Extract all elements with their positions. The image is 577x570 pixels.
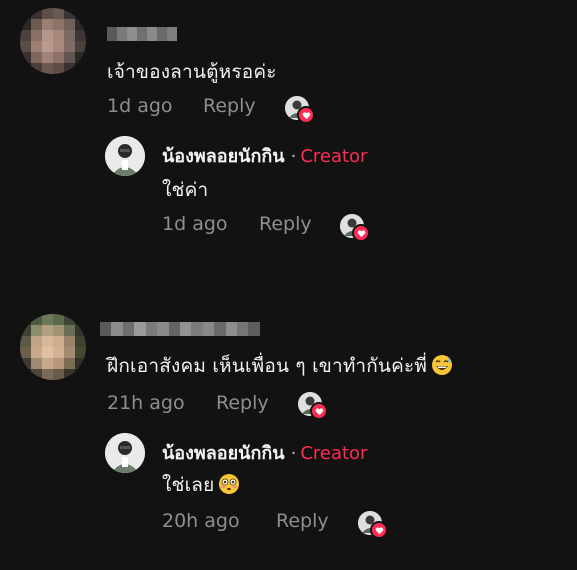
creator-username[interactable]: น้องพลอยนักกิน	[162, 443, 285, 464]
comment-timestamp: 1d ago	[107, 95, 173, 117]
comment-timestamp: 21h ago	[107, 392, 185, 414]
reply-button[interactable]: Reply	[203, 95, 256, 117]
heart-icon	[352, 224, 370, 242]
commenter-username-redacted[interactable]	[100, 322, 260, 336]
creator-avatar[interactable]	[105, 433, 145, 473]
comment-item: เจ้าของลานตู้หรอค่ะ 1d ago Reply น้องพลอ…	[0, 0, 577, 290]
separator-dot: ·	[290, 443, 297, 464]
comment-text: เจ้าของลานตู้หรอค่ะ	[107, 61, 277, 83]
creator-username[interactable]: น้องพลอยนักกิน	[162, 146, 285, 167]
creator-liked-badge[interactable]	[298, 392, 328, 420]
heart-icon	[310, 402, 328, 420]
flushed-face-emoji	[218, 473, 240, 500]
reply-timestamp: 1d ago	[162, 213, 228, 235]
reply-text: ใช่เลย	[162, 474, 215, 496]
creator-avatar[interactable]	[105, 136, 145, 176]
commenter-avatar[interactable]	[20, 8, 86, 74]
comment-text: ฝึกเอาสังคม เห็นเพื่อน ๆ เขาทำกันค่ะพี่	[107, 355, 428, 377]
reply-timestamp: 20h ago	[162, 510, 240, 532]
creator-reply: น้องพลอยนักกิน · Creator ใช่ค่า 1d ago Rep…	[105, 130, 565, 250]
reply-text: ใช่ค่า	[162, 179, 209, 201]
creator-badge: Creator	[300, 443, 368, 464]
heart-icon	[297, 106, 315, 124]
creator-reply: น้องพลอยนักกิน · Creator ใช่เลย 20h ago Re…	[105, 427, 565, 547]
heart-icon	[370, 521, 388, 539]
creator-name-line: น้องพลอยนักกิน · Creator	[162, 141, 367, 170]
commenter-username-redacted[interactable]	[107, 27, 177, 41]
reply-button[interactable]: Reply	[276, 510, 329, 532]
reply-button[interactable]: Reply	[216, 392, 269, 414]
creator-badge: Creator	[300, 146, 368, 167]
creator-liked-badge[interactable]	[358, 511, 388, 539]
grinning-sweat-emoji	[431, 354, 453, 381]
comment-item: ฝึกเอาสังคม เห็นเพื่อน ๆ เขาทำกันค่ะพี่ …	[0, 300, 577, 570]
reply-text-line: ใช่เลย	[162, 470, 240, 500]
creator-liked-badge[interactable]	[285, 96, 315, 124]
creator-liked-badge[interactable]	[340, 214, 370, 242]
comment-text-line: ฝึกเอาสังคม เห็นเพื่อน ๆ เขาทำกันค่ะพี่	[107, 351, 453, 381]
reply-button[interactable]: Reply	[259, 213, 312, 235]
commenter-avatar[interactable]	[20, 314, 86, 380]
creator-name-line: น้องพลอยนักกิน · Creator	[162, 438, 367, 467]
separator-dot: ·	[290, 146, 297, 167]
